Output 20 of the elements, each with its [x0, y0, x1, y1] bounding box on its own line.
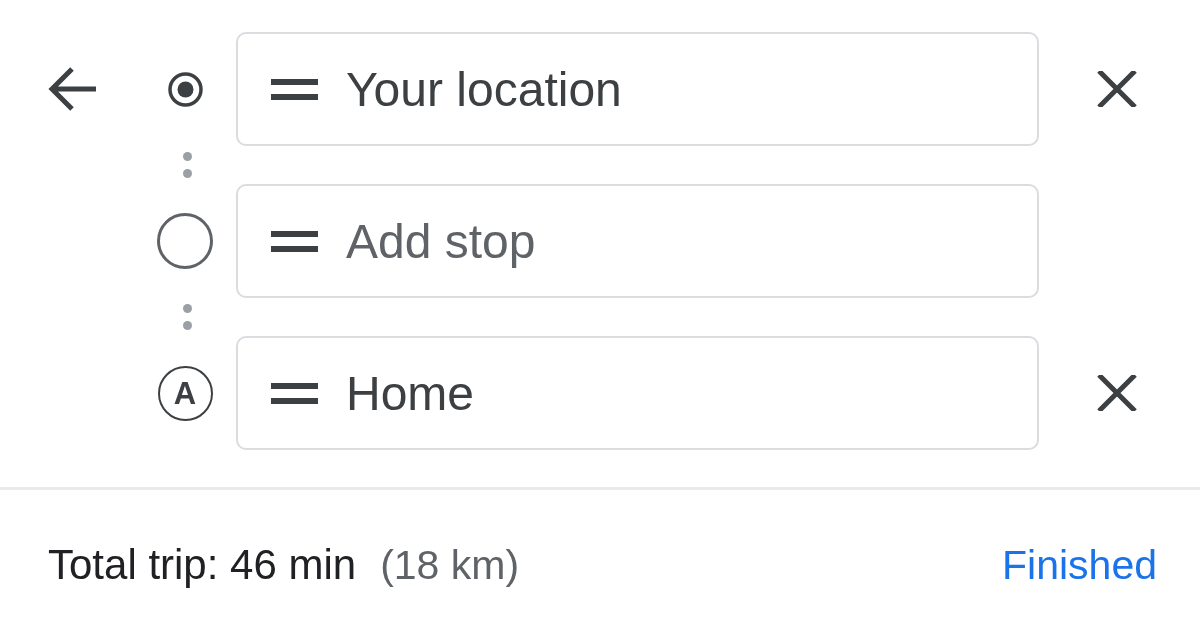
origin-dot-icon [167, 71, 203, 107]
stop-input-field[interactable]: Home [236, 336, 1039, 450]
drag-handle-icon [271, 231, 318, 252]
stop-input-field[interactable]: Add stop [236, 184, 1039, 298]
drag-handle-icon [271, 383, 318, 404]
finished-button[interactable]: Finished [1002, 541, 1157, 589]
empty-circle-icon [157, 213, 213, 269]
close-icon [1097, 71, 1137, 107]
destination-marker: A [157, 365, 213, 421]
connector-dots-icon [182, 152, 192, 178]
back-button[interactable] [48, 66, 96, 112]
trip-distance-text: (18 km) [380, 541, 520, 589]
stop-input-field[interactable]: Your location [236, 32, 1039, 146]
trip-duration-text: Total trip: 46 min [48, 541, 357, 589]
back-arrow-icon [48, 66, 96, 112]
drag-handle-icon [271, 79, 318, 100]
close-icon [1097, 375, 1137, 411]
remove-stop-button[interactable] [1097, 71, 1137, 107]
remove-stop-button[interactable] [1097, 375, 1137, 411]
connector-dots-icon [182, 304, 192, 330]
